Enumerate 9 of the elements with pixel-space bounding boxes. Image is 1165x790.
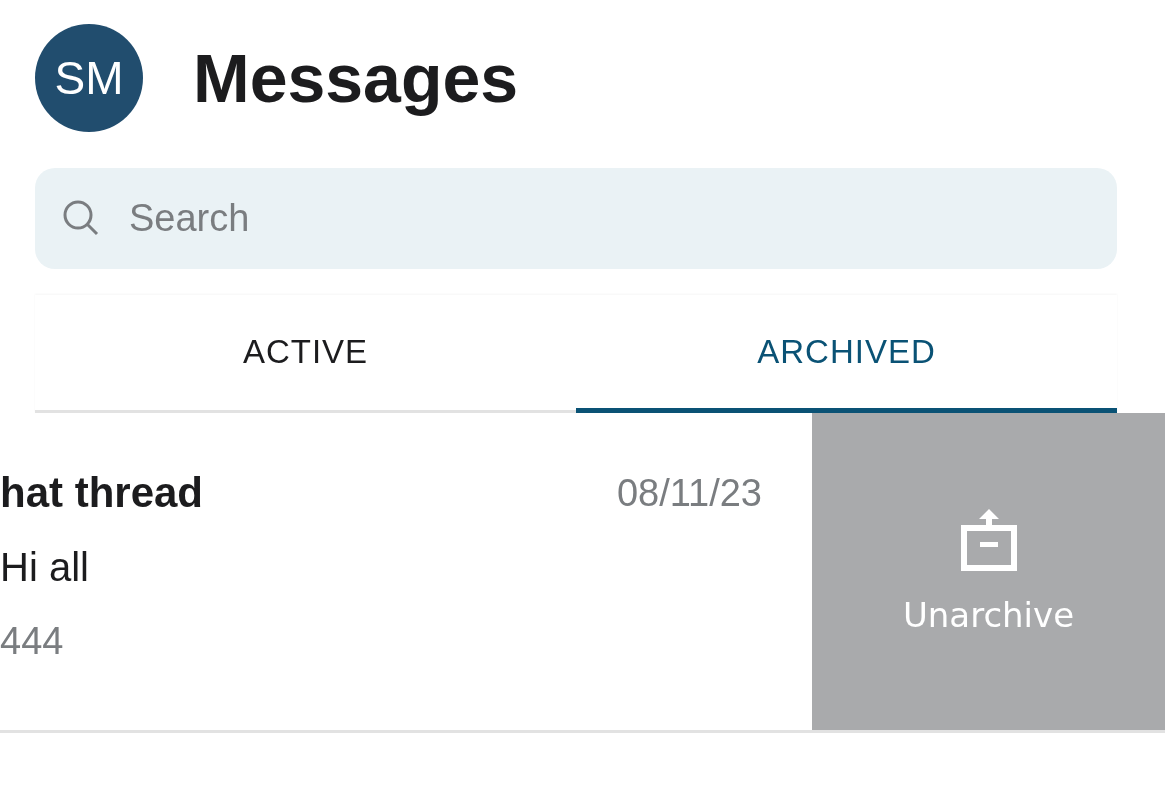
avatar[interactable]: SM (35, 24, 143, 132)
unarchive-icon (960, 508, 1017, 571)
conversation-meta: 444 (0, 620, 65, 663)
message-preview: Hi all (0, 545, 90, 590)
conversation-title: hat thread (0, 469, 204, 517)
conversation-date: 08/11/23 (616, 471, 762, 515)
search-field[interactable]: Search (35, 168, 1117, 269)
tab[interactable]: ACTIVE (35, 295, 576, 413)
page-title: Messages (193, 39, 519, 117)
